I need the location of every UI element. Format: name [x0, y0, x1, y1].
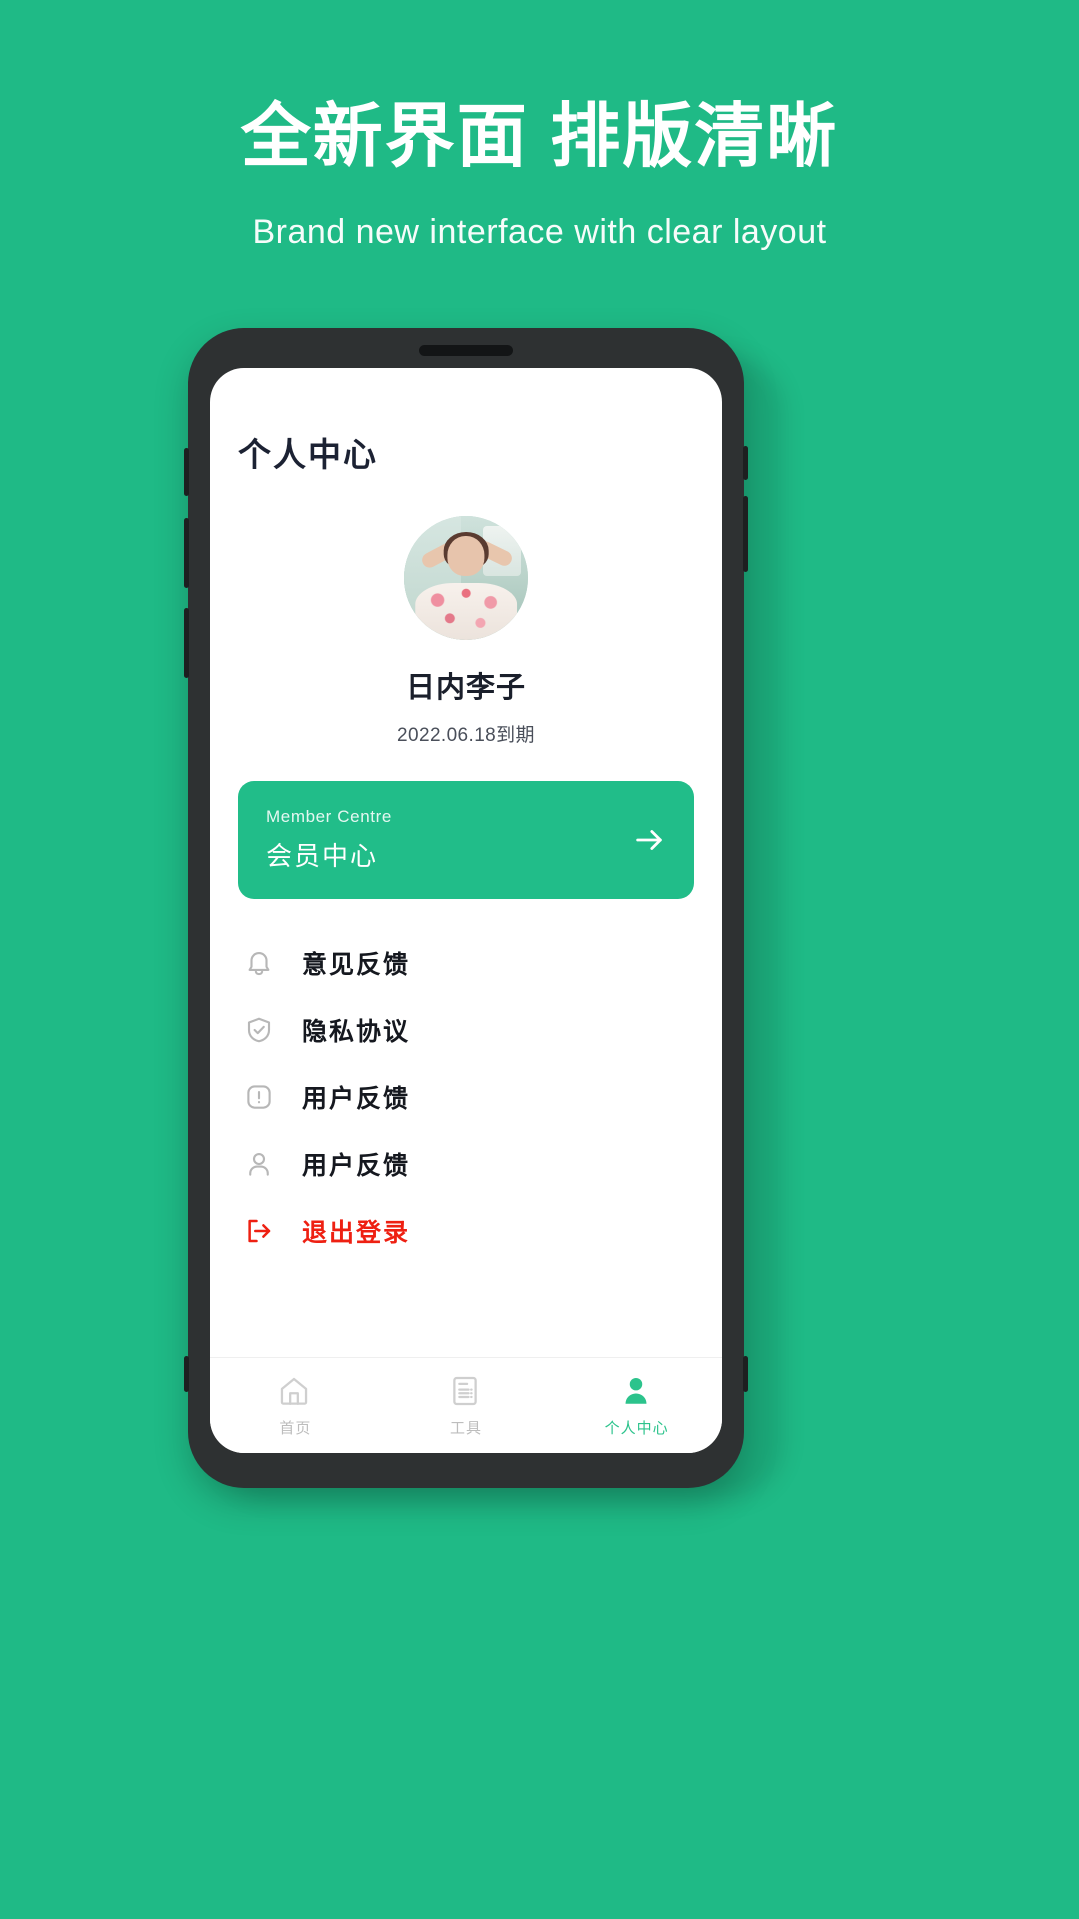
member-centre-texts: Member Centre 会员中心	[266, 807, 392, 873]
home-icon	[277, 1374, 313, 1410]
tab-label: 个人中心	[604, 1419, 669, 1437]
settings-menu: 意见反馈 隐私协议 用户反馈 用户反馈 退出登录	[238, 929, 694, 1264]
bell-icon	[242, 946, 276, 980]
phone-button-left-4	[184, 1356, 189, 1392]
shield-check-icon	[242, 1013, 276, 1047]
menu-item-label: 隐私协议	[302, 1017, 411, 1046]
alert-square-icon	[242, 1080, 276, 1114]
promo-headline: 全新界面 排版清晰	[240, 97, 839, 175]
menu-item-label: 意见反馈	[302, 950, 411, 979]
menu-item-feedback-suggestion[interactable]: 意见反馈	[242, 929, 694, 996]
phone-button-right-1	[743, 446, 748, 480]
page-title: 个人中心	[238, 436, 378, 473]
avatar[interactable]	[404, 516, 528, 640]
tab-label: 首页	[279, 1419, 312, 1437]
document-icon	[448, 1374, 484, 1410]
avatar-photo-dress	[415, 582, 517, 640]
arrow-right-icon	[632, 823, 666, 857]
profile-expiry-date: 2022.06.18到期	[397, 725, 535, 746]
phone-mockup-frame: 个人中心 日内李子 2022.06.18到期 Member Centre 会员中…	[184, 328, 748, 1488]
person-filled-icon	[619, 1374, 655, 1410]
menu-item-user-feedback[interactable]: 用户反馈	[242, 1063, 694, 1130]
menu-item-label: 用户反馈	[302, 1151, 411, 1180]
promo-header: 全新界面 排版清晰 Brand new interface with clear…	[0, 0, 1079, 252]
menu-item-logout[interactable]: 退出登录	[242, 1197, 694, 1264]
menu-item-label: 退出登录	[302, 1218, 411, 1247]
tab-profile[interactable]: 个人中心	[551, 1374, 722, 1438]
phone-button-left-3	[184, 608, 189, 678]
tab-tools[interactable]: 工具	[381, 1374, 552, 1438]
phone-button-right-2	[743, 496, 748, 572]
bottom-tab-bar: 首页 工具 个人中心	[210, 1357, 722, 1453]
tab-home[interactable]: 首页	[210, 1374, 381, 1438]
member-centre-card[interactable]: Member Centre 会员中心	[238, 781, 694, 899]
member-centre-subtitle: Member Centre	[266, 807, 392, 826]
tab-label: 工具	[450, 1419, 483, 1437]
app-content: 个人中心 日内李子 2022.06.18到期 Member Centre 会员中…	[210, 368, 722, 1357]
menu-item-label: 用户反馈	[302, 1084, 411, 1113]
menu-item-privacy-policy[interactable]: 隐私协议	[242, 996, 694, 1063]
phone-button-left-2	[184, 518, 189, 588]
profile-username: 日内李子	[405, 672, 526, 704]
menu-item-user-account[interactable]: 用户反馈	[242, 1130, 694, 1197]
phone-button-left-1	[184, 448, 189, 496]
avatar-photo-head	[447, 535, 485, 576]
member-centre-title: 会员中心	[266, 841, 379, 871]
profile-section: 日内李子 2022.06.18到期	[238, 516, 694, 747]
phone-screen: 个人中心 日内李子 2022.06.18到期 Member Centre 会员中…	[210, 368, 722, 1453]
logout-icon	[242, 1214, 276, 1248]
promo-subheadline: Brand new interface with clear layout	[252, 212, 827, 251]
phone-button-right-3	[743, 1356, 748, 1392]
user-icon	[242, 1147, 276, 1181]
